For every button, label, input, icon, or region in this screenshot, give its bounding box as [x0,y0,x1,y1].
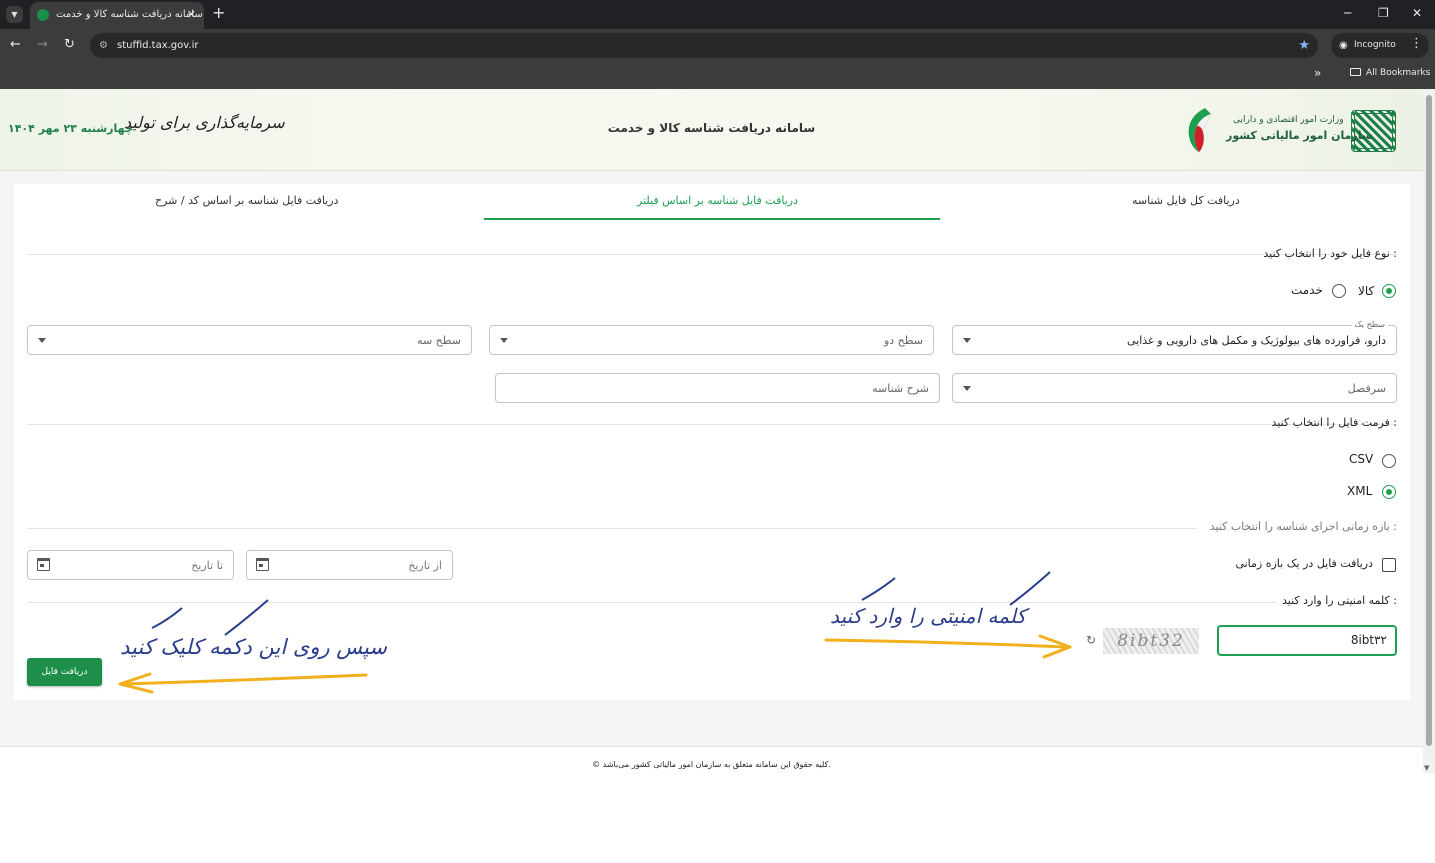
page-footer: © کلیه حقوق این سامانه متعلق به سازمان ا… [0,746,1423,773]
annotation-strokes [118,571,1072,694]
annotation-stroke [224,599,269,636]
arrow-left-icon [120,673,368,686]
annotation-stroke [1009,571,1051,606]
scroll-down-icon[interactable]: ▼ [1424,764,1429,772]
annotation-stroke [861,577,896,601]
scrollbar-thumb[interactable] [1426,95,1432,746]
arrow-right-icon [824,638,1067,649]
annotation-stroke [151,607,183,629]
